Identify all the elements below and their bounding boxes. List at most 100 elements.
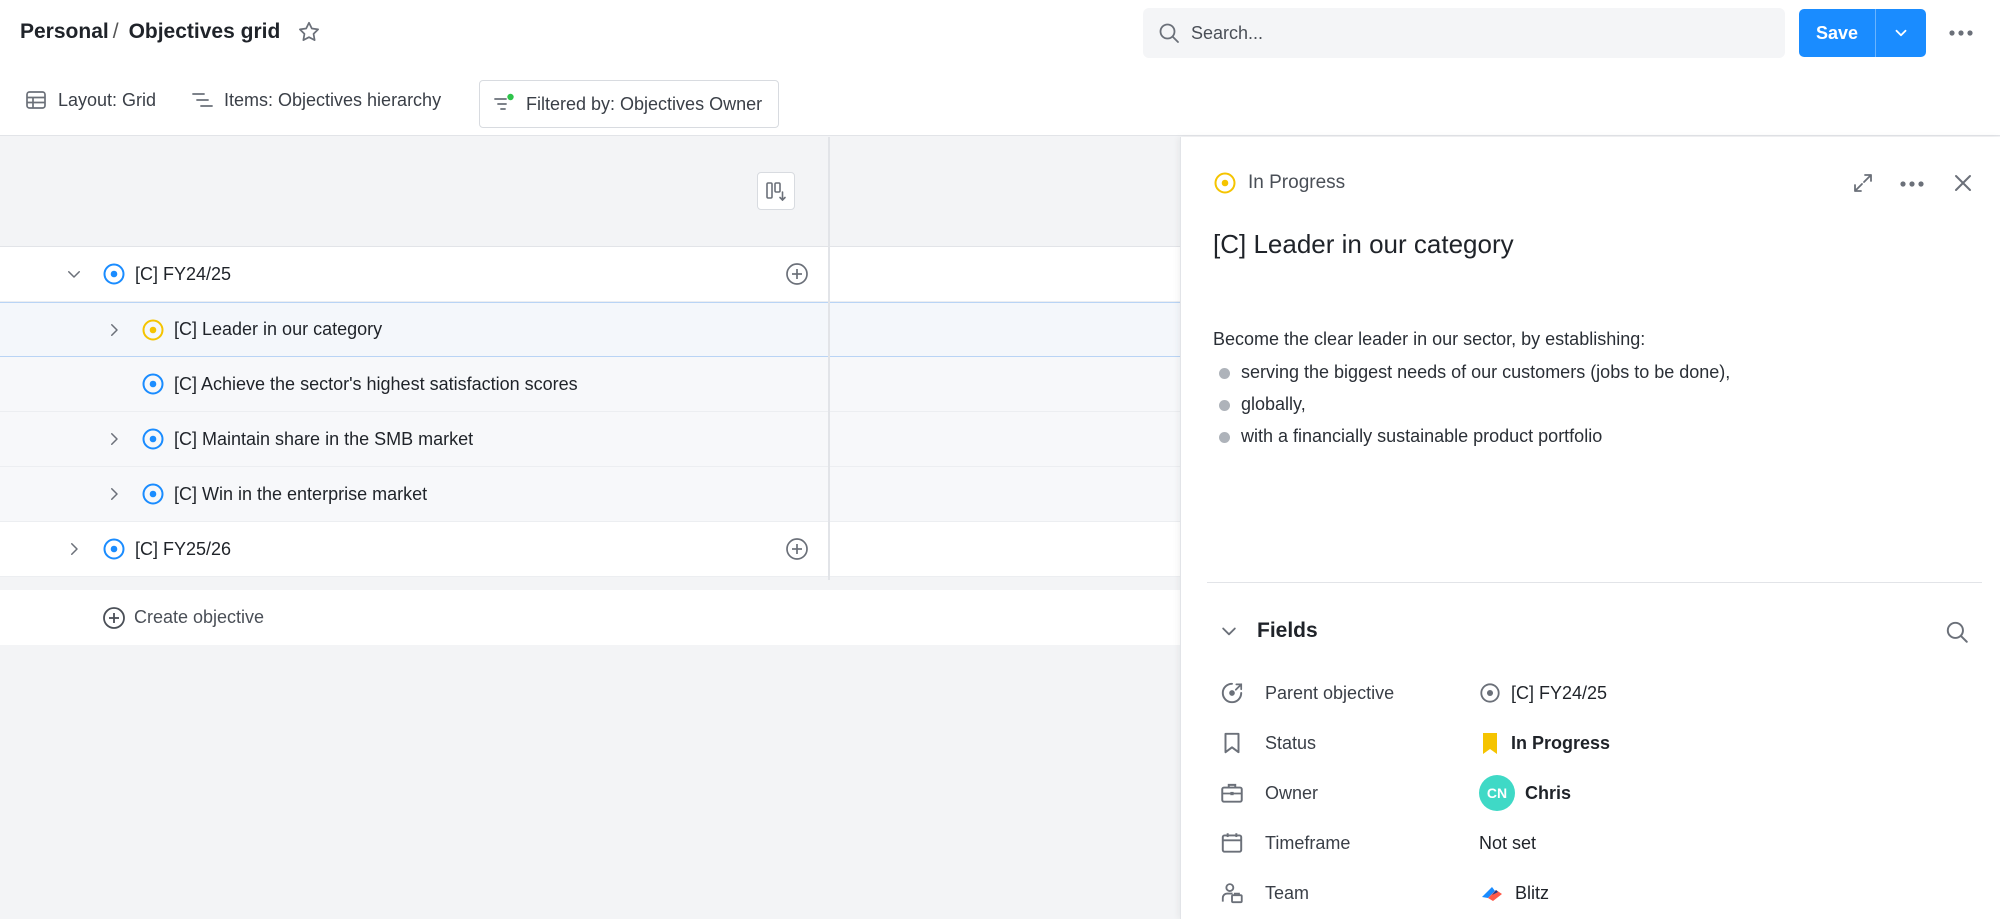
search-input[interactable] — [1191, 22, 1751, 44]
add-child-icon[interactable] — [785, 262, 809, 286]
items-label: Items: Objectives hierarchy — [224, 89, 442, 110]
row-label: [C] Maintain share in the SMB market — [174, 428, 474, 449]
more-options-button[interactable] — [1946, 20, 1976, 46]
field-label: Timeframe — [1265, 832, 1351, 853]
description-intro: Become the clear leader in our sector, b… — [1213, 329, 1646, 349]
field-value[interactable]: [C] FY24/25 — [1479, 682, 1607, 704]
calendar-icon — [1219, 830, 1245, 856]
search-icon — [1944, 619, 1970, 645]
chevron-right-icon[interactable] — [104, 320, 124, 340]
team-value: Blitz — [1515, 882, 1550, 903]
chevron-right-icon[interactable] — [104, 429, 124, 449]
save-options-button[interactable] — [1876, 9, 1926, 57]
columns-add-icon — [764, 179, 788, 203]
list-item: with a financially sustainable product p… — [1213, 426, 1730, 447]
fields-heading: Fields — [1257, 619, 1318, 642]
field-team[interactable]: Team Blitz — [1219, 875, 1979, 911]
chevron-down-icon[interactable] — [64, 264, 84, 284]
expand-button[interactable] — [1851, 171, 1875, 195]
column-settings-button[interactable] — [757, 172, 795, 210]
objective-status-icon — [141, 482, 165, 506]
field-value[interactable]: CN Chris — [1479, 775, 1571, 811]
close-icon — [1951, 171, 1975, 195]
parent-objective-value: [C] FY24/25 — [1511, 682, 1608, 703]
filter-label: Filtered by: Objectives Owner — [526, 93, 763, 114]
objective-icon — [1479, 682, 1501, 704]
bookmark-icon — [1219, 730, 1245, 756]
field-label: Owner — [1265, 782, 1319, 803]
table-row[interactable]: [C] Achieve the sector's highest satisfa… — [0, 357, 1180, 412]
chevron-right-icon[interactable] — [64, 539, 84, 559]
list-item: globally, — [1213, 394, 1730, 415]
objective-status-icon — [141, 372, 165, 396]
row-label: [C] FY24/25 — [135, 263, 232, 284]
table-row[interactable]: [C] Maintain share in the SMB market — [0, 412, 1180, 467]
field-parent-objective[interactable]: Parent objective [C] FY24/25 — [1219, 675, 1979, 711]
chevron-right-icon[interactable] — [104, 484, 124, 504]
objective-detail-panel: In Progress [C] Leader in our category B… — [1180, 137, 2000, 919]
layout-label: Layout: Grid — [58, 89, 157, 110]
chevron-down-icon — [1892, 24, 1910, 42]
status-flag-icon — [1479, 731, 1501, 755]
more-horizontal-icon — [1948, 29, 1974, 37]
field-value[interactable]: Blitz — [1479, 883, 1549, 904]
field-label: Parent objective — [1265, 682, 1395, 703]
timeframe-value[interactable]: Not set — [1479, 833, 1536, 854]
layout-button[interactable]: Layout: Grid — [24, 80, 156, 120]
team-logo-icon — [1479, 883, 1505, 903]
briefcase-icon — [1219, 780, 1245, 806]
filter-button[interactable]: Filtered by: Objectives Owner — [479, 80, 780, 128]
field-owner[interactable]: Owner CN Chris — [1219, 775, 1979, 811]
search-box[interactable] — [1143, 8, 1785, 58]
field-status[interactable]: Status In Progress — [1219, 725, 1979, 761]
row-label: [C] FY25/26 — [135, 538, 232, 559]
hierarchy-icon — [190, 88, 214, 112]
field-timeframe[interactable]: Timeframe Not set — [1219, 825, 1979, 861]
breadcrumb-separator: / — [112, 20, 119, 43]
objective-status-icon — [102, 262, 126, 286]
grid-header — [0, 137, 1180, 247]
row-label: [C] Achieve the sector's highest satisfa… — [174, 373, 578, 394]
row-label: [C] Win in the enterprise market — [174, 483, 428, 504]
avatar: CN — [1479, 775, 1515, 811]
objective-status-icon — [141, 427, 165, 451]
breadcrumb-personal[interactable]: Personal — [20, 20, 109, 44]
status-value: In Progress — [1511, 732, 1611, 753]
expand-icon — [1851, 171, 1875, 195]
objectives-grid: [C] FY24/25 [C] Leader in our category [… — [0, 137, 1180, 919]
filter-active-icon — [492, 92, 516, 116]
panel-status-label: In Progress — [1248, 172, 1346, 193]
table-row[interactable]: [C] FY25/26 — [0, 522, 1180, 577]
table-row-selected[interactable]: [C] Leader in our category — [0, 302, 1180, 357]
star-icon[interactable] — [296, 19, 322, 45]
search-icon — [1157, 21, 1181, 45]
save-button[interactable]: Save — [1799, 9, 1876, 57]
chevron-down-icon — [1219, 621, 1239, 641]
parent-objective-icon — [1219, 680, 1245, 706]
field-value[interactable]: In Progress — [1479, 731, 1610, 755]
panel-description[interactable]: Become the clear leader in our sector, b… — [1213, 329, 1730, 458]
status-in-progress-icon — [1213, 171, 1237, 195]
fields-section-toggle[interactable]: Fields — [1219, 619, 1318, 643]
team-icon — [1219, 880, 1245, 906]
row-label: [C] Leader in our category — [174, 319, 383, 339]
save-split-button: Save — [1799, 9, 1926, 57]
objective-status-icon — [141, 318, 165, 342]
close-panel-button[interactable] — [1951, 171, 1975, 195]
create-objective-button[interactable]: Create objective — [0, 590, 1180, 645]
add-child-icon[interactable] — [785, 537, 809, 561]
table-row[interactable]: [C] Win in the enterprise market — [0, 467, 1180, 522]
divider — [1207, 582, 1982, 583]
more-horizontal-icon — [1899, 180, 1925, 188]
grid-layout-icon — [24, 88, 48, 112]
panel-more-button[interactable] — [1899, 180, 1925, 188]
column-divider[interactable] — [828, 137, 830, 580]
field-label: Status — [1265, 732, 1317, 753]
panel-title[interactable]: [C] Leader in our category — [1213, 229, 1514, 260]
items-button[interactable]: Items: Objectives hierarchy — [190, 80, 441, 120]
fields-search-button[interactable] — [1944, 619, 1970, 645]
create-objective-label: Create objective — [134, 607, 265, 627]
table-row[interactable]: [C] FY24/25 — [0, 247, 1180, 302]
breadcrumb: Personal / Objectives grid — [20, 19, 322, 45]
panel-status[interactable]: In Progress — [1213, 171, 1345, 195]
